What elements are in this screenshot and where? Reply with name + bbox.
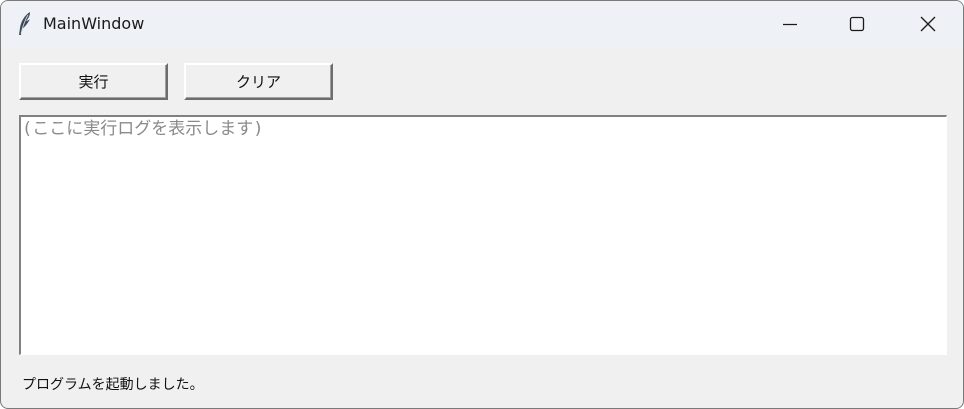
feather-icon [17,11,33,37]
run-button[interactable]: 実行 [19,63,168,100]
close-button[interactable] [893,1,959,48]
minimize-button[interactable] [755,1,821,48]
log-textarea[interactable]: (ここに実行ログを表示します) [19,115,947,355]
maximize-button[interactable] [824,1,890,48]
log-placeholder-text: (ここに実行ログを表示します) [22,119,264,139]
minimize-icon [783,23,797,26]
window-title: MainWindow [43,14,145,33]
main-window: MainWindow 実行 クリア (ここに実行ログを表示します) プログラムを… [0,0,964,409]
close-icon [920,16,936,32]
title-bar[interactable]: MainWindow [1,1,963,48]
status-text: プログラムを起動しました。 [22,377,204,393]
clear-button[interactable]: クリア [184,63,333,100]
maximize-icon [849,16,865,32]
